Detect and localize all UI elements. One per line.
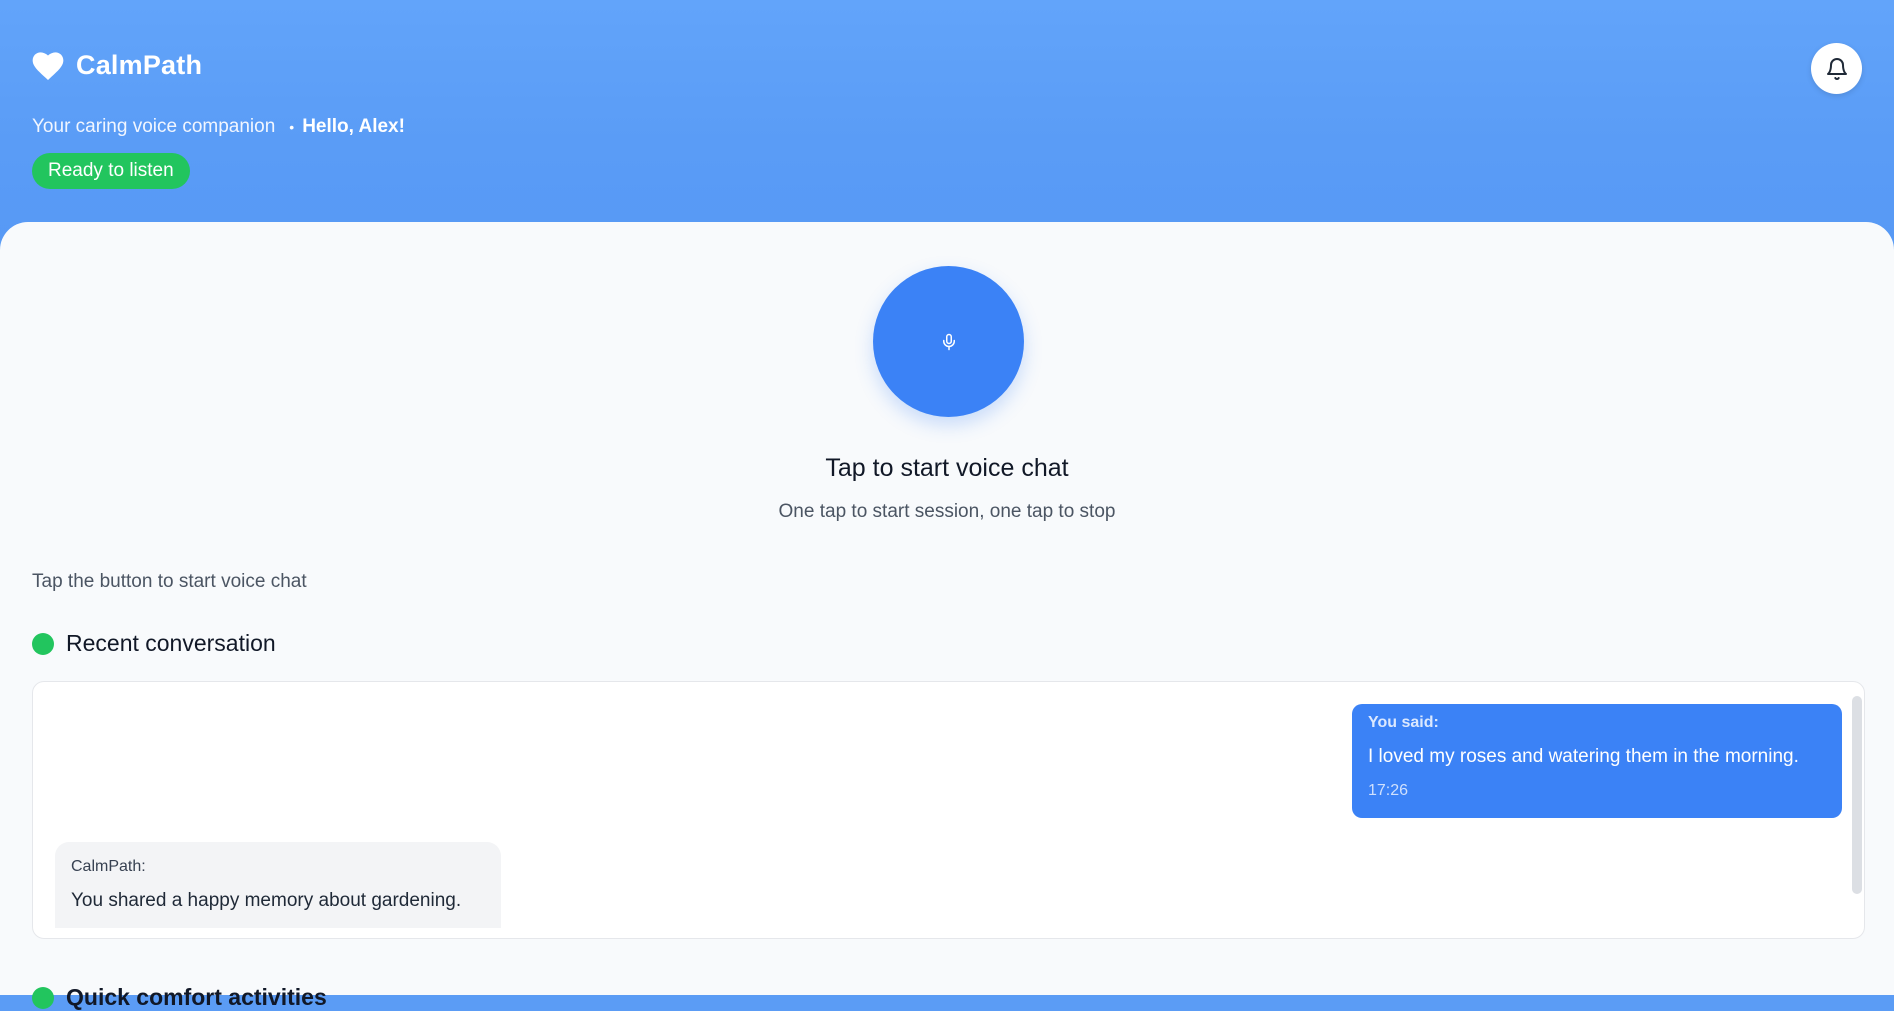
voice-subtitle: One tap to start session, one tap to sto… [778,501,1116,522]
bell-icon [1826,57,1847,80]
voice-chat-button[interactable] [873,266,1024,417]
main-panel: Tap to start voice chat One tap to start… [0,222,1894,1010]
comfort-activities-heading: Quick comfort activities [32,984,327,1011]
heart-icon [32,51,64,80]
conversation-panel[interactable]: You said: I loved my roses and watering … [32,681,1865,939]
status-dot [32,632,54,655]
app-header: CalmPath Your caring voice companion • H… [0,0,1894,240]
message-sender: You said: [1368,714,1439,731]
tagline: Your caring voice companion [32,116,276,137]
conversation-scrollbar[interactable] [1852,696,1862,894]
message-text: I loved my roses and watering them in th… [1368,746,1799,767]
voice-hint: Tap the button to start voice chat [32,571,307,592]
status-badge: Ready to listen [32,153,190,189]
recent-conversation-heading: Recent conversation [32,630,276,657]
app-name: CalmPath [76,50,203,80]
voice-title: Tap to start voice chat [825,454,1069,482]
greeting: Hello, Alex! [302,116,405,137]
notifications-button[interactable] [1811,43,1862,94]
assistant-message: CalmPath: You shared a happy memory abou… [55,842,501,928]
message-sender: CalmPath: [71,858,146,875]
brand: CalmPath [32,50,202,81]
comfort-activities-title: Quick comfort activities [66,984,327,1010]
message-time: 17:26 [1368,782,1409,799]
header-subtitle: Your caring voice companion • Hello, Ale… [32,116,405,138]
separator: • [289,119,295,135]
user-message: You said: I loved my roses and watering … [1352,704,1842,818]
microphone-icon [942,333,955,350]
status-dot [32,986,54,1009]
message-text: You shared a happy memory about gardenin… [71,890,462,911]
recent-conversation-title: Recent conversation [66,630,276,656]
